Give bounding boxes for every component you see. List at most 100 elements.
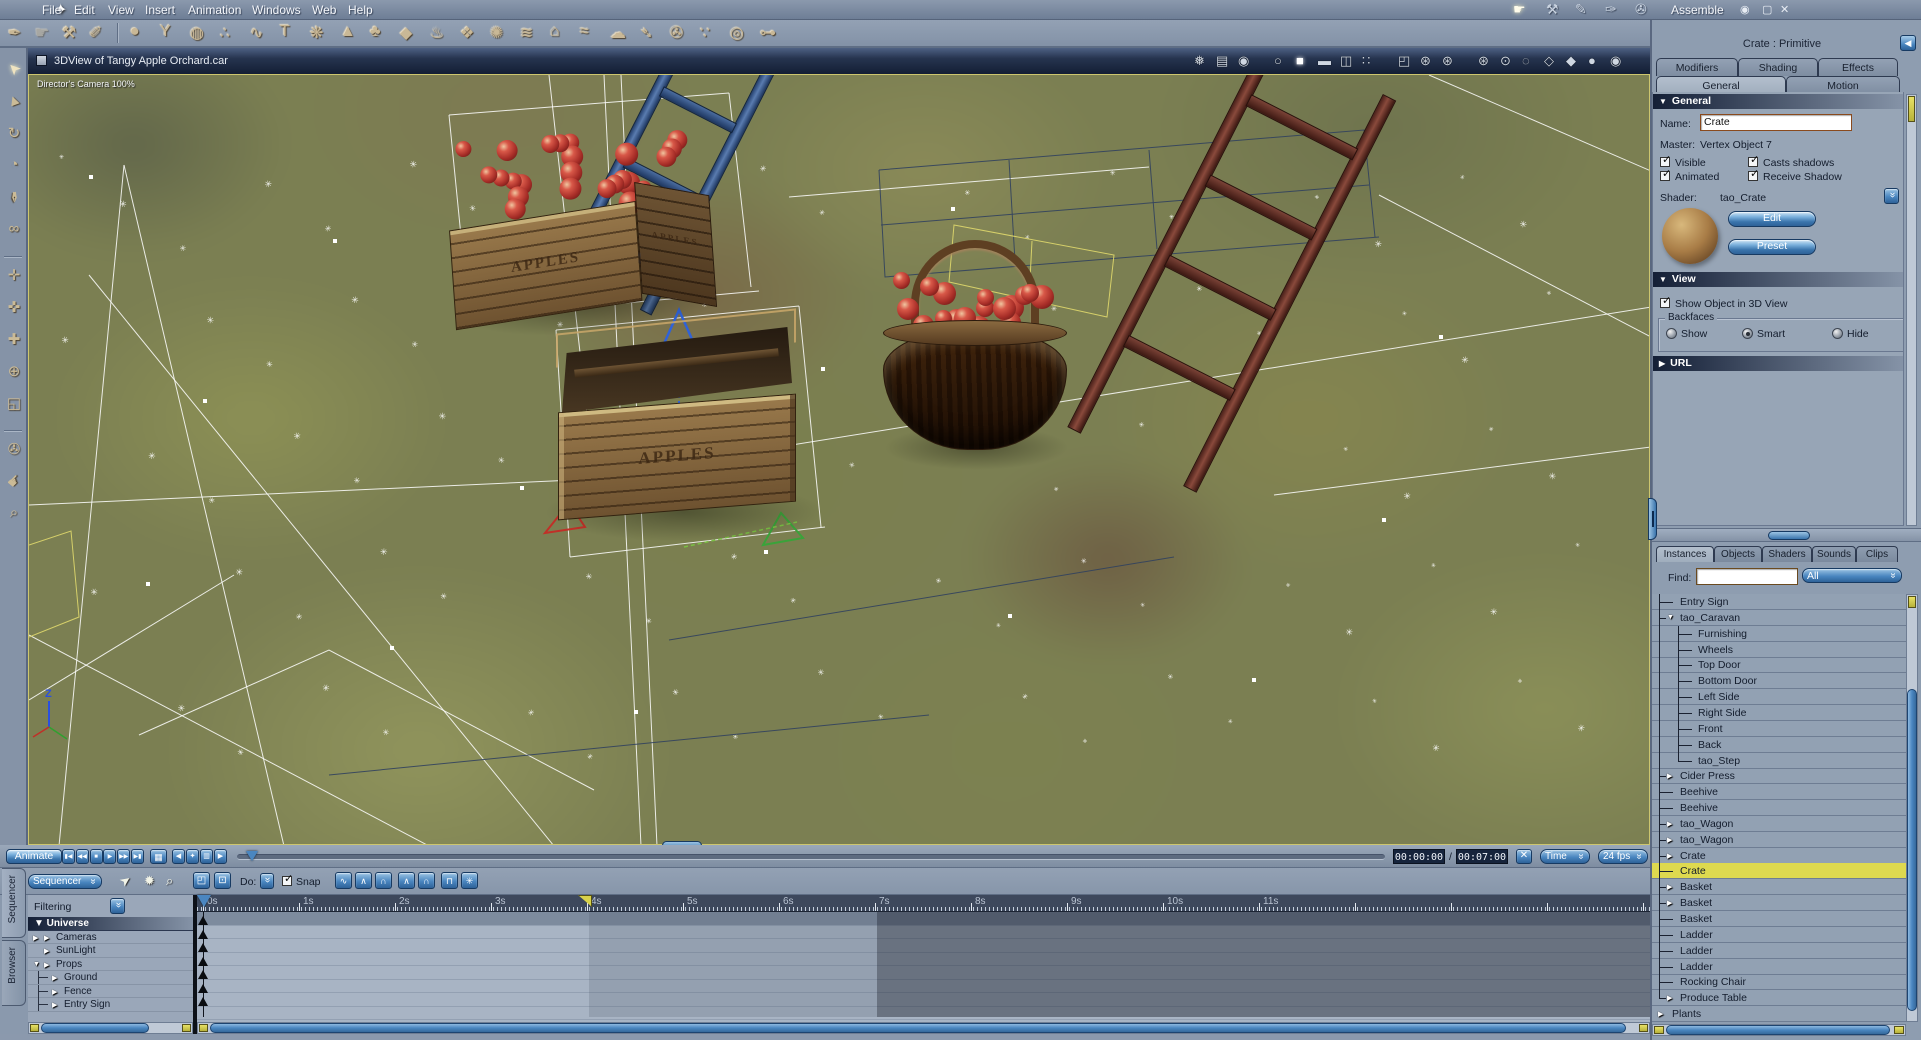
render-film-icon[interactable]: ✇ xyxy=(1635,1,1647,18)
insert-fire-icon[interactable]: ♨ xyxy=(430,23,444,43)
list-item-back[interactable]: Back xyxy=(1652,736,1906,753)
rotate-tool-icon[interactable]: ↻ xyxy=(2,124,26,142)
list-item-beehive[interactable]: Beehive xyxy=(1652,800,1906,817)
expand-arrow-icon[interactable]: ▶ xyxy=(1667,899,1672,907)
timeline-ruler[interactable]: 0s 1s 2s 3s 4s 5s 6s 7s 8s 9s 10s 11s xyxy=(197,895,1650,912)
insert-fan-icon[interactable]: ✺ xyxy=(490,23,503,43)
menu-windows[interactable]: Windows xyxy=(252,3,301,17)
viewport-3d-canvas[interactable]: ✳ ✳ ✳ ✳ ✳ ✳ ✳ ✳ ✳ ✳ ✳ ✳ ✳ ✳ ✳ ✳ ✳ ✳ ✳ ✳ ✳ ✳ ✳ ✳ ✳ ✳ ✳ ✳ ✳ ✳ ✳ ✳ ✳ ✳ ✳ ✳ ✳ ✳ ✳ ✳… xyxy=(28,74,1650,845)
solid-cube-icon[interactable]: ◆ xyxy=(1566,53,1576,69)
tree-row-cameras[interactable]: ▶ ▶ Cameras xyxy=(28,931,193,944)
shader-menu-button[interactable] xyxy=(1884,188,1899,204)
list-item-right-side[interactable]: Right Side xyxy=(1652,704,1906,721)
keyframe-marker[interactable] xyxy=(198,956,208,966)
filtering-menu-button[interactable] xyxy=(110,898,125,914)
layout-four-pane-icon[interactable]: ∷ xyxy=(1362,53,1370,69)
draft-quality-mid-icon[interactable]: ⊛ xyxy=(1442,53,1453,69)
snap-checkbox[interactable]: ✓ xyxy=(282,874,293,886)
collapse-arrow-icon[interactable]: ▼ xyxy=(1667,614,1674,621)
go-end-button[interactable]: ▶▮ xyxy=(131,849,144,864)
list-item-produce-table[interactable]: ▶ Produce Table xyxy=(1652,990,1906,1007)
knife-tool-icon[interactable]: ✐ xyxy=(89,23,102,43)
insert-tree-icon[interactable]: ♣ xyxy=(370,23,381,41)
visible-checkbox[interactable]: ✓ xyxy=(1660,155,1671,167)
sequencer-dropdown[interactable]: Sequencer xyxy=(28,874,102,889)
tweener-noise-button[interactable]: ✳ xyxy=(461,872,478,889)
prev-key-button[interactable]: ◀ xyxy=(172,849,185,864)
list-item-basket[interactable]: ▶ Basket xyxy=(1652,895,1906,912)
tab-modifiers[interactable]: Modifiers xyxy=(1656,58,1738,76)
insert-text-icon[interactable]: T xyxy=(280,23,290,41)
pan-view-tool-icon[interactable]: ☛ xyxy=(0,466,29,496)
next-key-button[interactable]: ▶ xyxy=(214,849,227,864)
expand-arrow-icon[interactable]: ▶ xyxy=(1658,1010,1663,1018)
layout-three-pane-icon[interactable]: ◫ xyxy=(1340,53,1352,69)
expand-arrow-icon[interactable]: ▶ xyxy=(52,974,57,982)
timeline-hscrollbar[interactable] xyxy=(197,1022,1650,1034)
panel-splitter[interactable] xyxy=(1652,528,1921,542)
shader-edit-button[interactable]: Edit xyxy=(1728,211,1816,227)
tree-row-sunlight[interactable]: ▶ SunLight xyxy=(28,944,193,958)
tree-row-universe[interactable]: ▼ Universe xyxy=(28,917,193,931)
layout-custom-pane-icon[interactable]: ◰ xyxy=(1398,53,1410,69)
browser-tab[interactable]: Browser xyxy=(2,940,26,1006)
maximize-icon[interactable]: ▢ xyxy=(1762,3,1772,16)
play-button[interactable]: ▶ xyxy=(103,849,117,864)
panel-collapse-handle[interactable] xyxy=(1648,498,1657,540)
selected-crate[interactable]: APPLES xyxy=(544,307,824,542)
list-item-crate[interactable]: Crate xyxy=(1652,863,1906,880)
insert-mountain-icon[interactable]: ▲ xyxy=(340,23,356,41)
fit-time-button[interactable]: ⊡ xyxy=(214,872,231,889)
browser-tab-clips[interactable]: Clips xyxy=(1856,546,1898,562)
draft-quality-low-icon[interactable]: ⊛ xyxy=(1420,53,1431,69)
add-key-button[interactable]: ✦ xyxy=(186,849,199,864)
move-3d-tool-icon[interactable]: ▲ xyxy=(0,88,28,112)
expand-arrow-icon[interactable]: ▶ xyxy=(52,988,57,996)
camera-tool-icon[interactable]: ✇ xyxy=(2,440,26,458)
textured-shade-icon[interactable]: ◉ xyxy=(1610,53,1621,69)
motion-path-icon[interactable]: ❅ xyxy=(1194,53,1205,69)
list-item-ladder[interactable]: Ladder xyxy=(1652,942,1906,959)
list-item-cider-press[interactable]: ▶ Cider Press xyxy=(1652,768,1906,785)
bank-tool-icon[interactable]: ◱ xyxy=(2,394,26,412)
spline-tool-icon[interactable]: ✒ xyxy=(8,23,21,43)
list-item-top-door[interactable]: Top Door xyxy=(1652,657,1906,674)
tweener-smooth-button[interactable]: ∩ xyxy=(375,872,392,889)
light-icon[interactable]: ✹ xyxy=(144,873,155,889)
wrench-tool-icon[interactable]: ⚒ xyxy=(62,23,76,43)
fit-selection-button[interactable]: ◰ xyxy=(193,872,210,889)
expand-arrow-icon[interactable]: ▶ xyxy=(33,934,38,942)
backfaces-radio-show[interactable] xyxy=(1666,328,1677,339)
link-tool-icon[interactable]: ∞ xyxy=(2,220,26,237)
apple-crate-full[interactable]: APPLES APPLES xyxy=(442,116,727,344)
animated-checkbox[interactable]: ✓ xyxy=(1660,169,1671,181)
list-item-tao_caravan[interactable]: ▼ tao_Caravan xyxy=(1652,609,1906,626)
keyframe-marker[interactable] xyxy=(198,970,208,979)
shader-preview-ball[interactable] xyxy=(1662,208,1718,264)
move-yz-tool-icon[interactable]: ✚ xyxy=(2,330,26,348)
insert-particles-icon[interactable]: ❋ xyxy=(310,23,323,43)
view-section-header[interactable]: ▼ View xyxy=(1653,272,1903,287)
expand-arrow-icon[interactable]: ▶ xyxy=(1667,883,1672,891)
insert-sphere-icon[interactable]: ● xyxy=(130,23,140,41)
layout-two-pane-icon[interactable]: ▬ xyxy=(1318,53,1331,68)
wire-sphere-icon[interactable]: ◌ xyxy=(1522,53,1530,68)
draft-quality-high-icon[interactable]: ⊛ xyxy=(1478,53,1489,69)
paint-tool-icon[interactable]: ✒ xyxy=(5,185,23,209)
menu-view[interactable]: View xyxy=(108,3,134,17)
scale-tool-icon[interactable]: ◔ xyxy=(2,156,26,173)
zoom-tool-icon[interactable]: ⌕ xyxy=(2,504,26,521)
expand-arrow-icon[interactable]: ▶ xyxy=(1667,772,1672,780)
backfaces-radio-hide[interactable] xyxy=(1832,328,1843,339)
menu-help[interactable]: Help xyxy=(348,3,373,17)
insert-crystal-icon[interactable]: ❖ xyxy=(460,23,474,43)
layout-single-pane-icon[interactable]: ■ xyxy=(1296,53,1304,68)
list-item-rocking-chair[interactable]: Rocking Chair xyxy=(1652,974,1906,991)
tweener-oscillate-button[interactable]: ∧ xyxy=(398,872,415,889)
browser-tab-sounds[interactable]: Sounds xyxy=(1812,546,1856,562)
list-item-entry-sign[interactable]: Entry Sign xyxy=(1652,594,1906,610)
menu-web[interactable]: Web xyxy=(312,3,336,17)
browser-tab-objects[interactable]: Objects xyxy=(1714,546,1762,562)
insert-vase-icon[interactable]: Y xyxy=(160,23,171,41)
casts-shadows-checkbox[interactable]: ✓ xyxy=(1748,155,1759,167)
